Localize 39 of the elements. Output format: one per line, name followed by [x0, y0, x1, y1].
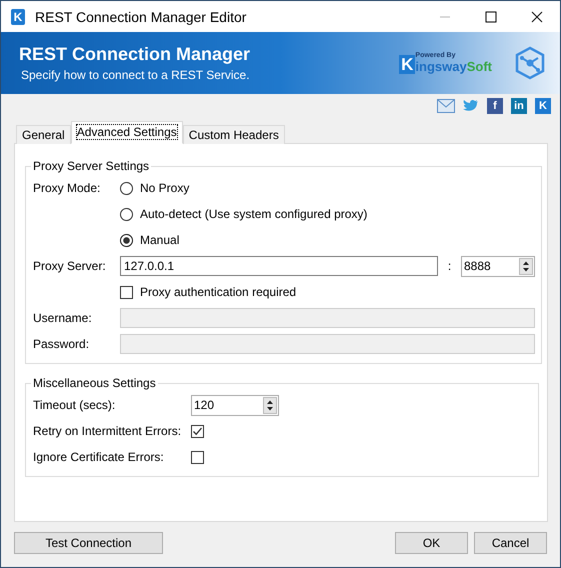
field-label: Proxy Mode:	[33, 181, 102, 195]
field-label: Ignore Certificate Errors:	[33, 450, 165, 464]
checkbox[interactable]	[191, 424, 204, 438]
logo-name: ingsway	[415, 59, 467, 74]
port-separator: :	[446, 259, 452, 273]
radio-option[interactable]: Auto-detect (Use system configured proxy)	[120, 207, 535, 221]
field-label: Password:	[33, 337, 90, 351]
banner-title: REST Connection Manager	[19, 44, 252, 65]
spinner-arrows-icon[interactable]	[519, 258, 533, 274]
logo-letter: K	[399, 55, 416, 74]
checkbox[interactable]	[191, 450, 204, 464]
mail-icon[interactable]	[437, 99, 455, 113]
logo-icon[interactable]: K	[535, 98, 551, 114]
linkedin-icon[interactable]: in	[511, 98, 527, 114]
timeout-field[interactable]: 120	[191, 394, 279, 416]
test-connection-button[interactable]: Test Connection	[14, 532, 163, 554]
banner-subtitle: Specify how to connect to a REST Service.	[20, 68, 251, 82]
field-label: Proxy Server:	[33, 259, 107, 273]
radio-option[interactable]: No Proxy	[120, 181, 535, 195]
app-icon: K	[11, 8, 25, 24]
tab[interactable]: General	[16, 125, 71, 144]
server-field[interactable]: 127.0.0.1	[120, 256, 438, 276]
spinner-arrows-icon[interactable]	[263, 396, 277, 414]
radio-option[interactable]: Manual	[120, 233, 535, 247]
group-title: Miscellaneous Settings	[32, 376, 157, 390]
facebook-icon[interactable]: f	[487, 98, 503, 114]
field-label: Timeout (secs):	[33, 398, 116, 412]
tab[interactable]: Custom Headers	[182, 125, 285, 144]
group-title: Proxy Server Settings	[32, 159, 150, 173]
field-label: Retry on Intermittent Errors:	[33, 424, 182, 438]
logo-name-accent: Soft	[466, 59, 492, 74]
window-title: REST Connection Manager Editor	[35, 8, 248, 24]
field-label: Username:	[33, 311, 93, 325]
cancel-button[interactable]: Cancel	[474, 532, 547, 554]
network-hexagon-icon	[514, 46, 546, 80]
tab[interactable]: Advanced Settings	[70, 121, 183, 144]
port-field[interactable]: 8888	[461, 256, 535, 276]
ok-button[interactable]: OK	[395, 532, 468, 554]
checkbox-option[interactable]: Proxy authentication required	[120, 285, 535, 299]
